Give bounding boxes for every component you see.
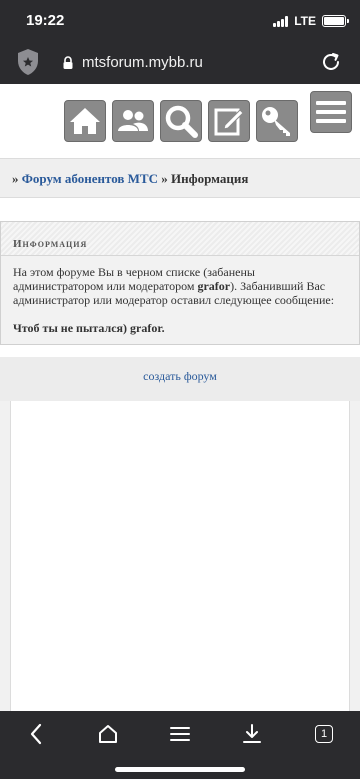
lock-icon [63, 56, 73, 69]
back-icon [30, 723, 42, 745]
ban-notice: На этом форуме Вы в черном списке (забан… [13, 265, 335, 307]
browser-home-button[interactable] [92, 720, 124, 748]
home-icon [70, 108, 100, 134]
home-icon [99, 725, 117, 743]
ban-message: Чтоб ты не пытался) grafor. [13, 321, 165, 335]
breadcrumb-separator: » [12, 171, 19, 186]
moderator-name: grafor [197, 279, 231, 293]
url-text[interactable]: mtsforum.mybb.ru [82, 54, 203, 71]
search-button[interactable] [160, 100, 202, 142]
key-icon [262, 107, 290, 136]
reload-icon[interactable] [320, 51, 342, 73]
users-icon [118, 110, 148, 131]
breadcrumb-separator: » [161, 171, 168, 186]
menu-button[interactable] [310, 91, 352, 133]
info-body: На этом форуме Вы в черном списке (забан… [1, 256, 359, 335]
browser-menu-button[interactable] [164, 720, 196, 748]
edit-button[interactable] [208, 100, 250, 142]
back-button[interactable] [20, 720, 52, 748]
signal-icon [273, 15, 289, 27]
info-box: Информация На этом форуме Вы в черном сп… [0, 221, 360, 345]
tabs-icon: 1 [315, 725, 333, 743]
users-button[interactable] [112, 100, 154, 142]
page-margin-right [350, 401, 360, 711]
info-title: Информация [13, 238, 88, 250]
home-button[interactable] [64, 100, 106, 142]
menu-icon [170, 727, 190, 741]
address-bar[interactable]: mtsforum.mybb.ru [0, 44, 360, 84]
download-button[interactable] [236, 720, 268, 748]
home-indicator [115, 767, 245, 772]
page-margin-left [0, 401, 10, 711]
download-icon [243, 724, 261, 743]
battery-icon [322, 15, 349, 27]
breadcrumb-current: Информация [170, 171, 249, 186]
status-indicators: LTE [273, 14, 349, 28]
hamburger-icon [316, 101, 346, 105]
login-button[interactable] [256, 100, 298, 142]
info-header: Информация [1, 222, 359, 256]
status-bar: 19:22 LTE [0, 0, 360, 44]
edit-icon [214, 108, 244, 136]
breadcrumb: » Форум абонентов МТС » Информация [0, 158, 360, 198]
status-time: 19:22 [26, 12, 65, 29]
breadcrumb-forum-link[interactable]: Форум абонентов МТС [22, 171, 158, 186]
network-type: LTE [294, 14, 316, 28]
footer-bar: создать форум [0, 357, 360, 401]
create-forum-link[interactable]: создать форум [143, 369, 217, 383]
tabs-button[interactable]: 1 [308, 720, 340, 748]
content-frame [10, 401, 350, 711]
shield-icon[interactable] [16, 48, 40, 76]
search-icon [165, 105, 198, 138]
forum-nav [64, 100, 298, 142]
